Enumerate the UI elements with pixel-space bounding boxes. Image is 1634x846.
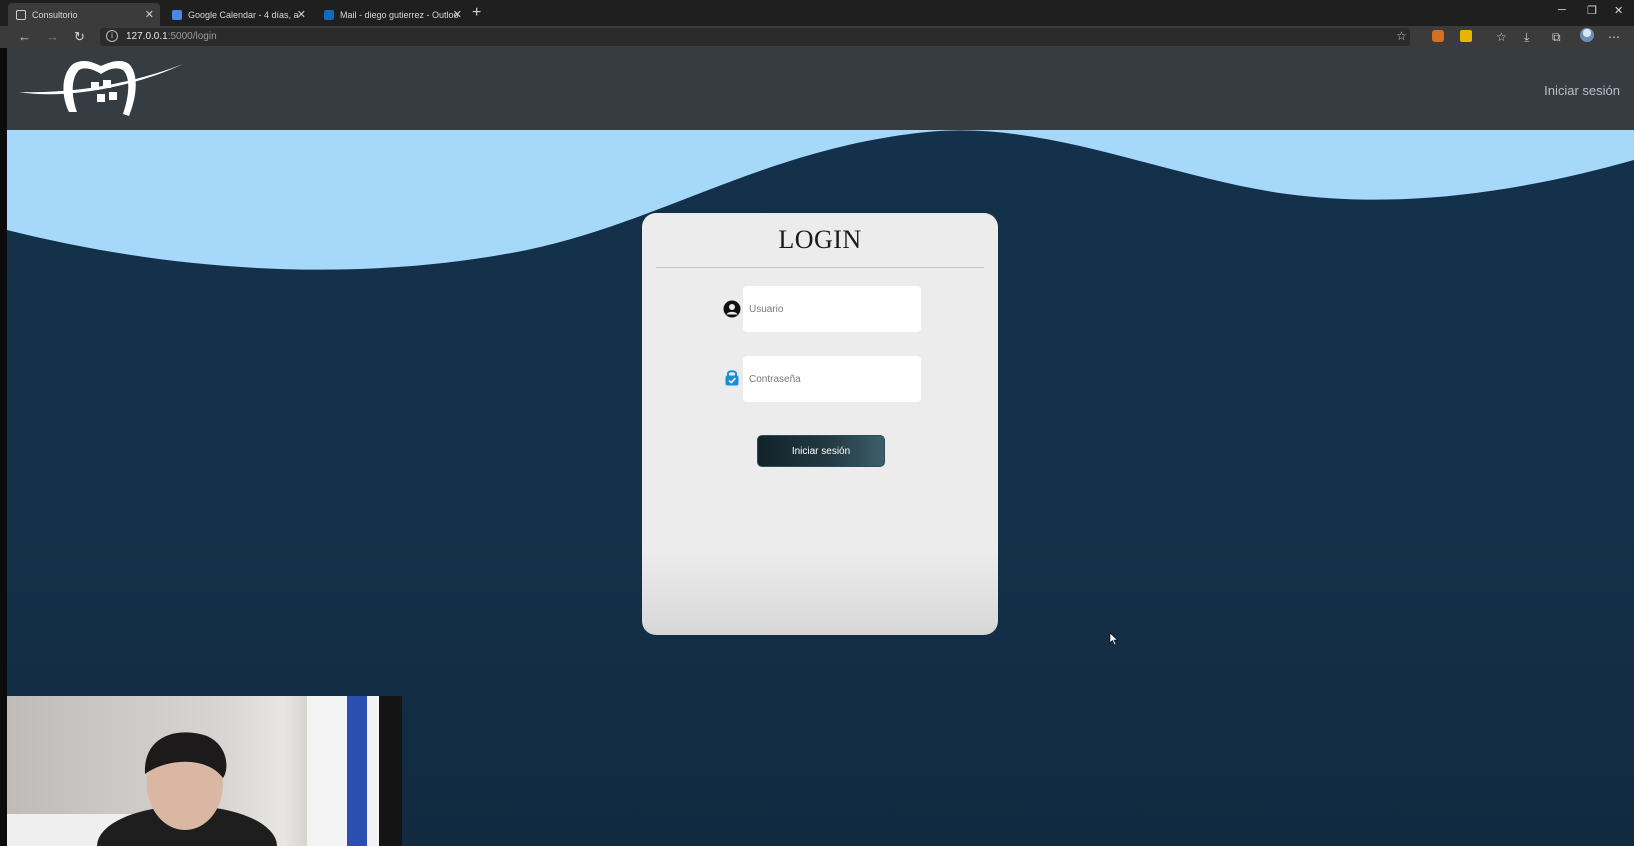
- tab-consultorio[interactable]: Consultorio ✕: [8, 3, 160, 26]
- tab-label: Consultorio: [32, 9, 78, 20]
- divider: [656, 267, 984, 268]
- add-favorite-icon[interactable]: ☆: [1396, 29, 1407, 43]
- more-menu-icon[interactable]: ⋯: [1608, 30, 1620, 44]
- downloads-icon[interactable]: ⤓: [1524, 30, 1529, 45]
- lock-icon: [725, 370, 739, 386]
- close-window-icon[interactable]: ✕: [1614, 4, 1623, 17]
- minimize-icon[interactable]: ─: [1558, 4, 1566, 16]
- user-icon: [723, 300, 741, 318]
- nav-login-link[interactable]: Iniciar sesión: [1544, 83, 1620, 98]
- url-text[interactable]: 127.0.0.1:5000/login: [126, 31, 217, 42]
- mouse-cursor-icon: [1109, 632, 1119, 646]
- login-submit-button[interactable]: Iniciar sesión: [757, 435, 885, 467]
- forward-icon[interactable]: →: [46, 29, 59, 44]
- collections-icon[interactable]: ⧉: [1552, 30, 1561, 45]
- close-tab-icon[interactable]: ✕: [145, 8, 154, 21]
- tab-label: Mail - diego gutierrez - Outlook: [340, 9, 458, 20]
- close-tab-icon[interactable]: ✕: [297, 8, 306, 21]
- dental-logo[interactable]: [17, 56, 187, 122]
- url-host: 127.0.0.1: [126, 31, 168, 42]
- webcam-overlay: [7, 696, 402, 846]
- new-tab-icon[interactable]: +: [472, 4, 481, 22]
- outlook-icon: [324, 9, 334, 20]
- profile-avatar[interactable]: [1580, 28, 1594, 42]
- login-title: LOGIN: [778, 225, 862, 254]
- url-path: :5000/login: [167, 31, 217, 42]
- extension-icon[interactable]: [1432, 30, 1444, 42]
- reload-icon[interactable]: ↻: [74, 29, 85, 45]
- tab-google-calendar[interactable]: Google Calendar - 4 días, a partir ✕: [164, 3, 312, 26]
- login-card: LOGIN Iniciar sesión: [642, 213, 998, 635]
- address-bar[interactable]: i 127.0.0.1:5000/login ☆: [100, 28, 1410, 46]
- extension-icon[interactable]: [1460, 30, 1472, 42]
- webcam-video-frame: [7, 696, 402, 846]
- browser-toolbar: ← → ↻ i 127.0.0.1:5000/login ☆ ☆ ⤓ ⧉ ⋯: [0, 26, 1634, 48]
- site-navbar: Iniciar sesión: [7, 48, 1634, 130]
- close-tab-icon[interactable]: ✕: [453, 8, 462, 21]
- site-info-icon[interactable]: i: [106, 30, 118, 42]
- favorites-icon[interactable]: ☆: [1496, 30, 1507, 44]
- restore-icon[interactable]: ❐: [1587, 4, 1597, 17]
- tab-label: Google Calendar - 4 días, a partir: [188, 9, 300, 20]
- back-icon[interactable]: ←: [18, 29, 31, 44]
- browser-tab-strip: Consultorio ✕ Google Calendar - 4 días, …: [0, 0, 1634, 26]
- password-input[interactable]: [743, 356, 921, 402]
- tab-outlook-mail[interactable]: Mail - diego gutierrez - Outlook ✕: [316, 3, 468, 26]
- page-icon: [16, 9, 26, 20]
- calendar-icon: [172, 9, 182, 20]
- username-input[interactable]: [743, 286, 921, 332]
